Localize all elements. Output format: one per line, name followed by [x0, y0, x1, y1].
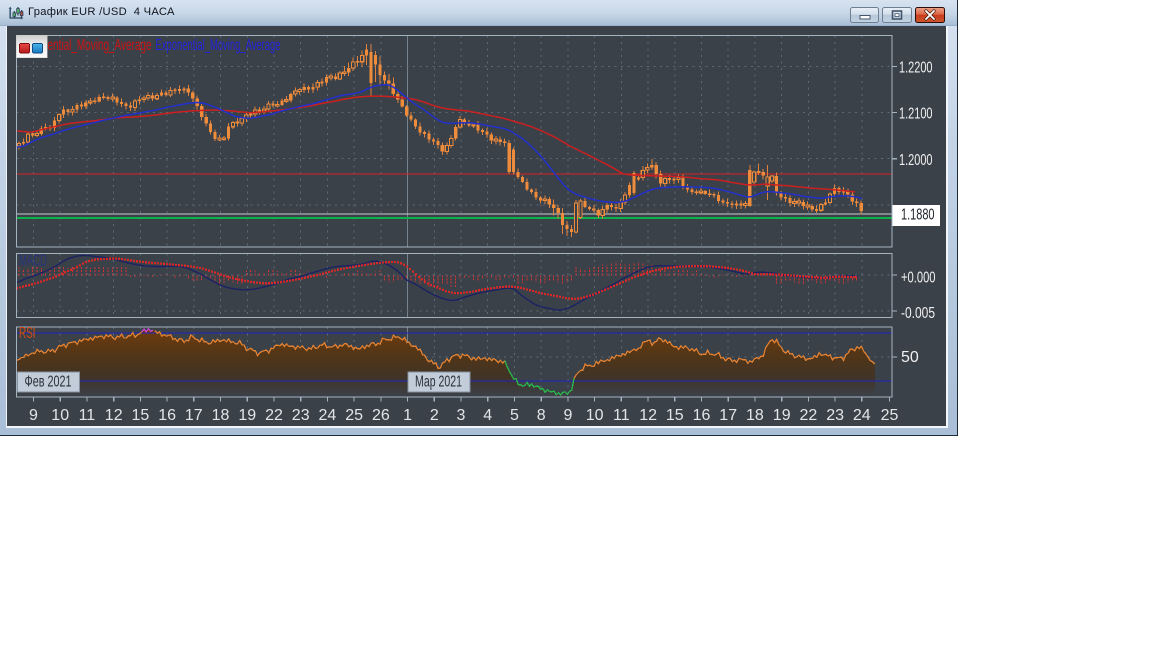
svg-text:15: 15	[666, 407, 684, 424]
svg-text:4: 4	[483, 407, 492, 424]
svg-text:10: 10	[586, 407, 604, 424]
svg-text:26: 26	[372, 407, 390, 424]
svg-text:16: 16	[158, 407, 176, 424]
svg-text:-0.005: -0.005	[901, 305, 935, 322]
svg-text:1.1880: 1.1880	[901, 207, 935, 224]
svg-text:1.2100: 1.2100	[899, 106, 933, 123]
svg-text:24: 24	[853, 407, 871, 424]
svg-text:RSI: RSI	[19, 325, 36, 342]
svg-text:11: 11	[613, 407, 630, 424]
svg-text:Exponential_Moving_Average: Exponential_Moving_Average	[156, 37, 281, 54]
svg-text:22: 22	[265, 407, 283, 424]
svg-text:10: 10	[51, 407, 69, 424]
svg-text:Мар 2021: Мар 2021	[415, 374, 462, 391]
svg-text:50: 50	[901, 349, 919, 366]
svg-text:12: 12	[639, 407, 657, 424]
svg-text:24: 24	[319, 407, 337, 424]
svg-text:18: 18	[746, 407, 764, 424]
svg-text:11: 11	[79, 407, 96, 424]
svg-text:23: 23	[826, 407, 844, 424]
svg-text:MACD: MACD	[19, 253, 47, 270]
svg-text:2: 2	[430, 407, 439, 424]
svg-text:1.2200: 1.2200	[899, 60, 933, 77]
svg-text:5: 5	[510, 407, 519, 424]
svg-text:22: 22	[800, 407, 818, 424]
svg-text:23: 23	[292, 407, 310, 424]
svg-text:19: 19	[773, 407, 791, 424]
svg-text:25: 25	[345, 407, 363, 424]
svg-text:9: 9	[563, 407, 572, 424]
svg-text:12: 12	[105, 407, 123, 424]
svg-text:17: 17	[185, 407, 203, 424]
svg-text:1.2000: 1.2000	[899, 152, 933, 169]
svg-text:Фев 2021: Фев 2021	[25, 374, 72, 391]
svg-text:15: 15	[132, 407, 150, 424]
svg-text:+0.000: +0.000	[901, 270, 936, 287]
svg-text:9: 9	[29, 407, 38, 424]
svg-text:17: 17	[719, 407, 737, 424]
svg-text:25: 25	[881, 407, 899, 424]
svg-text:19: 19	[238, 407, 256, 424]
svg-text:8: 8	[537, 407, 546, 424]
svg-text:ential_Moving_Average: ential_Moving_Average	[48, 37, 152, 54]
svg-text:16: 16	[693, 407, 711, 424]
svg-text:18: 18	[212, 407, 230, 424]
svg-text:1: 1	[403, 407, 412, 424]
svg-text:3: 3	[457, 407, 466, 424]
